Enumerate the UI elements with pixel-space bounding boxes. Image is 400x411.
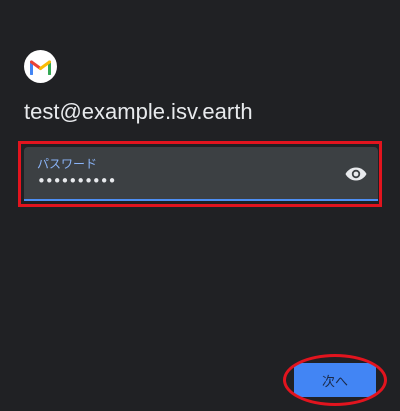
password-input[interactable]: •••••••••• [37,172,116,190]
account-email: test@example.isv.earth [24,99,253,124]
eye-icon[interactable] [344,162,368,186]
gmail-logo-icon [24,50,57,83]
next-button[interactable]: 次へ [294,363,376,397]
password-field[interactable]: パスワード •••••••••• [24,147,378,201]
password-label: パスワード [37,157,98,171]
